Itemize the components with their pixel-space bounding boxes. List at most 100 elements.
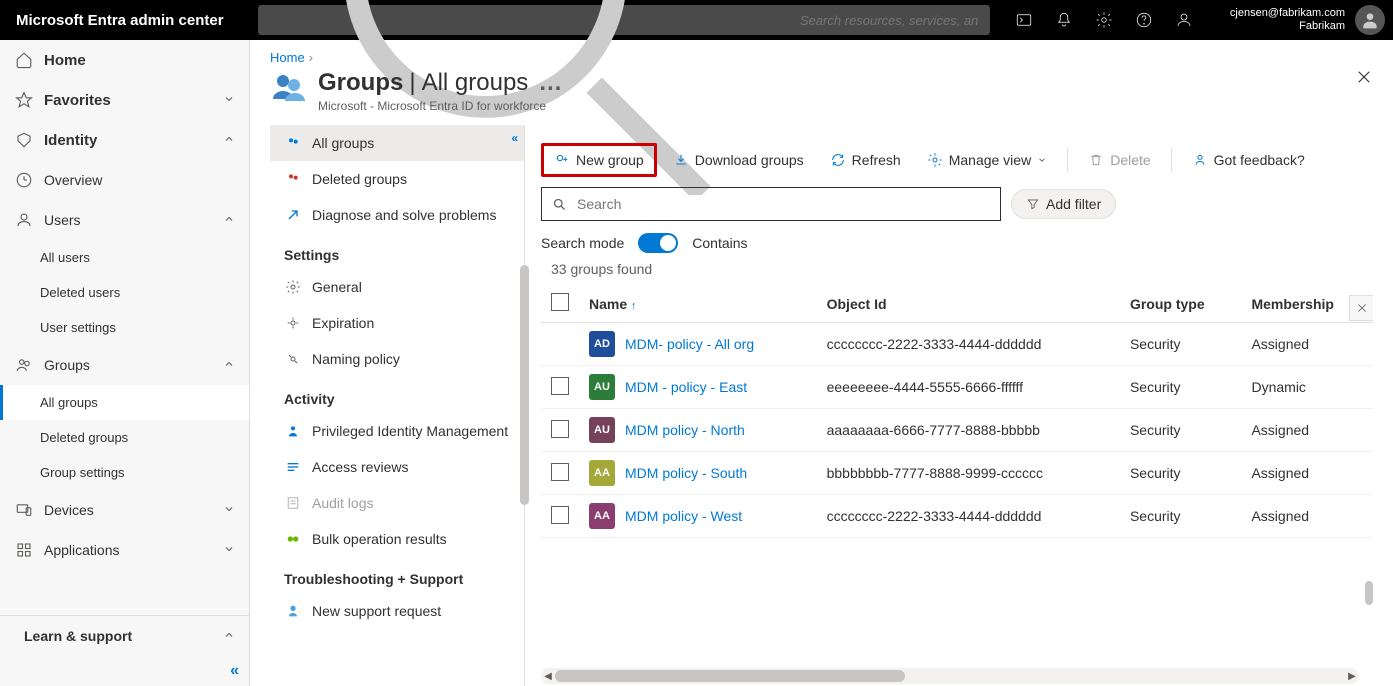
select-all-header[interactable] — [541, 285, 579, 323]
group-tile: AU — [589, 374, 615, 400]
cell-grouptype: Security — [1120, 366, 1242, 409]
blade-activity-heading: Activity — [270, 377, 524, 413]
cell-objectid: aaaaaaaa-6666-7777-8888-bbbbb — [817, 409, 1120, 452]
nav-learn-support[interactable]: Learn & support — [0, 615, 249, 656]
notifications-icon[interactable] — [1046, 0, 1082, 40]
manage-view-button[interactable]: Manage view — [917, 146, 1058, 174]
bulk-icon — [284, 530, 302, 548]
cell-name: AUMDM policy - North — [579, 409, 817, 452]
nav-deleted-groups[interactable]: Deleted groups — [0, 420, 249, 455]
settings-icon[interactable] — [1086, 0, 1122, 40]
nav-users[interactable]: Users — [0, 200, 249, 240]
nav-all-groups[interactable]: All groups — [0, 385, 249, 420]
nav-group-settings[interactable]: Group settings — [0, 455, 249, 490]
command-bar: New group Download groups Refresh Manage… — [541, 143, 1373, 177]
checkbox[interactable] — [551, 293, 569, 311]
feedback-icon[interactable] — [1166, 0, 1202, 40]
cell-objectid: cccccccc-2222-3333-4444-dddddd — [817, 323, 1120, 366]
new-group-button[interactable]: New group — [544, 146, 654, 174]
col-name[interactable]: Name ↑ — [579, 285, 817, 323]
table-row[interactable]: AU MDM - policy - East eeeeeeee-4444-5555-… — [541, 366, 1373, 409]
nav-collapse-toggle[interactable]: « — [0, 656, 249, 686]
manage-view-icon — [927, 152, 943, 168]
groups-search-box[interactable] — [541, 187, 1001, 221]
download-groups-button[interactable]: Download groups — [663, 146, 814, 174]
nav-overview[interactable]: Overview — [0, 160, 249, 200]
groups-icon — [14, 355, 34, 375]
chevron-down-icon — [223, 542, 235, 558]
group-link[interactable]: MDM - policy - East — [625, 379, 747, 395]
col-grouptype[interactable]: Group type — [1120, 285, 1242, 323]
nav-devices[interactable]: Devices — [0, 490, 249, 530]
nav-home[interactable]: Home — [0, 40, 249, 80]
identity-icon — [14, 130, 34, 150]
blade-bulk-results[interactable]: Bulk operation results — [270, 521, 524, 557]
group-link[interactable]: MDM policy - North — [625, 422, 745, 438]
scroll-left-icon[interactable]: ◀ — [541, 668, 555, 684]
nav-applications[interactable]: Applications — [0, 530, 249, 570]
scroll-right-icon[interactable]: ▶ — [1345, 668, 1359, 684]
avatar[interactable] — [1355, 5, 1385, 35]
col-membership[interactable]: Membership — [1241, 285, 1373, 323]
content: Home › Groups | All groups … Microsoft -… — [250, 40, 1393, 686]
blade-access-reviews[interactable]: Access reviews — [270, 449, 524, 485]
filter-icon — [1026, 197, 1040, 211]
delete-button[interactable]: Delete — [1078, 146, 1160, 174]
horizontal-scrollbar[interactable]: ◀ ▶ — [541, 668, 1359, 684]
blade-naming-policy[interactable]: Naming policy — [270, 341, 524, 377]
cell-name: AU MDM - policy - East — [579, 366, 817, 409]
scroll-thumb[interactable] — [555, 670, 905, 682]
groups-search-input[interactable] — [575, 195, 990, 213]
table-row[interactable]: AAMDM policy - Southbbbbbbbb-7777-8888-9… — [541, 452, 1373, 495]
nav-identity[interactable]: Identity — [0, 120, 249, 160]
global-search-input[interactable] — [798, 12, 980, 29]
search-mode-toggle[interactable] — [638, 233, 678, 253]
help-icon[interactable] — [1126, 0, 1162, 40]
group-link[interactable]: MDM- policy - All org — [625, 336, 754, 352]
breadcrumb-home[interactable]: Home — [270, 50, 305, 65]
blade-audit-logs[interactable]: Audit logs — [270, 485, 524, 521]
blade-all-groups[interactable]: All groups — [270, 125, 524, 161]
cell-grouptype: Security — [1120, 323, 1242, 366]
nav-all-users[interactable]: All users — [0, 240, 249, 275]
cloud-shell-icon[interactable] — [1006, 0, 1042, 40]
row-checkbox-cell — [541, 452, 579, 495]
close-blade-button[interactable] — [1355, 68, 1373, 91]
blade-new-support[interactable]: New support request — [270, 593, 524, 629]
group-link[interactable]: MDM policy - South — [625, 465, 747, 481]
blade-expiration[interactable]: Expiration — [270, 305, 524, 341]
nav-groups[interactable]: Groups — [0, 345, 249, 385]
group-tile: AA — [589, 503, 615, 529]
vertical-scrollbar[interactable] — [1365, 581, 1373, 605]
checkbox[interactable] — [551, 420, 569, 438]
cell-objectid: eeeeeeee-4444-5555-6666-ffffff — [817, 366, 1120, 409]
blade-trouble-heading: Troubleshooting + Support — [270, 557, 524, 593]
table-row[interactable]: ADMDM- policy - All orgcccccccc-2222-333… — [541, 323, 1373, 366]
blade-deleted-groups[interactable]: Deleted groups — [270, 161, 524, 197]
title-ellipsis[interactable]: … — [534, 69, 566, 97]
blade-general[interactable]: General — [270, 269, 524, 305]
blade-pim[interactable]: Privileged Identity Management — [270, 413, 524, 449]
chevron-down-icon — [223, 92, 235, 109]
nav-user-settings[interactable]: User settings — [0, 310, 249, 345]
nav-favorites[interactable]: Favorites — [0, 80, 249, 120]
cell-objectid: bbbbbbbb-7777-8888-9999-cccccc — [817, 452, 1120, 495]
pim-icon — [284, 422, 302, 440]
checkbox[interactable] — [551, 463, 569, 481]
blade-diagnose[interactable]: Diagnose and solve problems — [270, 197, 524, 233]
group-link[interactable]: MDM policy - West — [625, 508, 742, 524]
add-filter-button[interactable]: Add filter — [1011, 189, 1116, 219]
got-feedback-button[interactable]: Got feedback? — [1182, 146, 1315, 174]
global-search[interactable] — [258, 5, 990, 35]
table-row[interactable]: AUMDM policy - Northaaaaaaaa-6666-7777-8… — [541, 409, 1373, 452]
col-objectid[interactable]: Object Id — [817, 285, 1120, 323]
groups-table: Name ↑ Object Id Group type Membership A… — [541, 285, 1373, 538]
left-nav: Home Favorites Identity Overview Users — [0, 40, 250, 686]
account-area[interactable]: cjensen@fabrikam.com Fabrikam — [1210, 5, 1393, 35]
checkbox[interactable] — [551, 377, 569, 395]
table-row[interactable]: AAMDM policy - Westcccccccc-2222-3333-44… — [541, 495, 1373, 538]
checkbox[interactable] — [551, 506, 569, 524]
refresh-button[interactable]: Refresh — [820, 146, 911, 174]
nav-deleted-users[interactable]: Deleted users — [0, 275, 249, 310]
blade-collapse-toggle[interactable]: « — [511, 131, 518, 145]
